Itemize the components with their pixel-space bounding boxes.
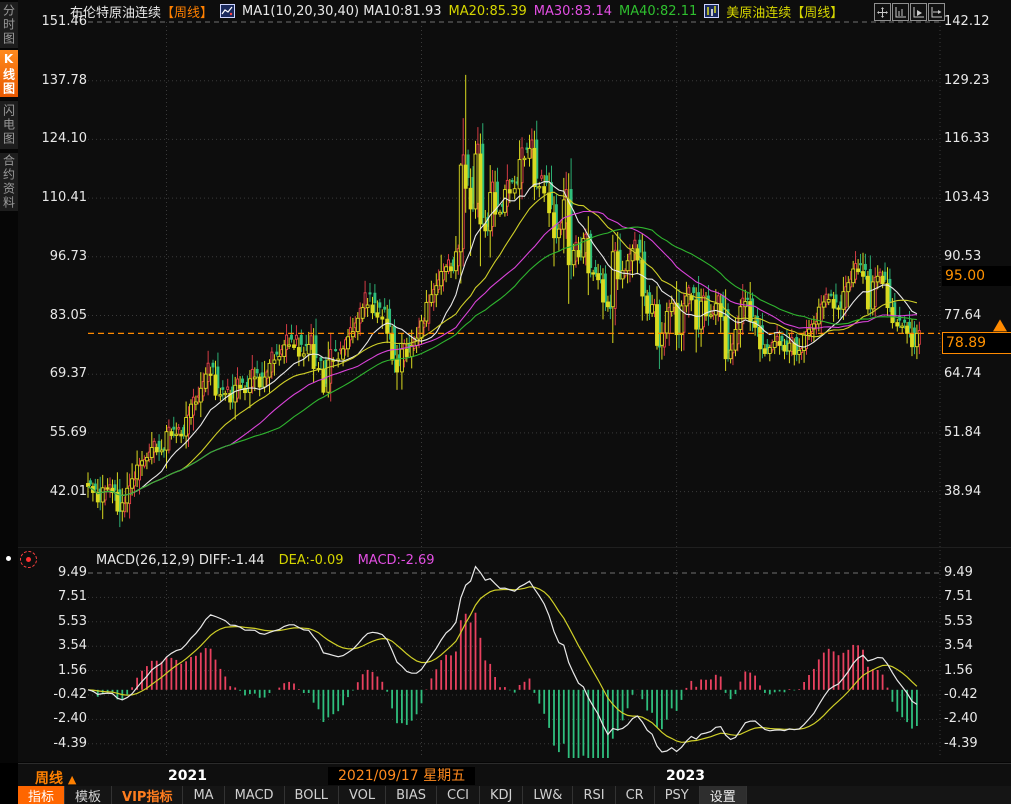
- left-sidebar: 分时图 K线图闪电图合约资料: [0, 0, 18, 804]
- axis-shift-icon[interactable]: [928, 3, 945, 21]
- toolbar-item-VIP指标[interactable]: VIP指标: [112, 786, 183, 804]
- axis-play-icon[interactable]: [910, 3, 927, 21]
- toolbar-item-设置[interactable]: 设置: [700, 786, 747, 804]
- chart-window-buttons: [874, 3, 945, 21]
- ma20-value-label: MA20:85.39: [449, 4, 527, 19]
- y-axis-label: -4.39: [944, 737, 1008, 751]
- toolbar-item-CR[interactable]: CR: [616, 786, 655, 804]
- y-axis-label: 90.53: [944, 250, 1008, 264]
- y-axis-label: 64.74: [944, 367, 1008, 381]
- toolbar-item-PSY[interactable]: PSY: [655, 786, 700, 804]
- overlay-symbol-icon: [704, 4, 719, 18]
- macd-dea-label: DEA:-0.09: [279, 553, 344, 568]
- y-axis-label: -4.39: [28, 737, 87, 751]
- chart-canvas[interactable]: [0, 0, 1011, 762]
- period-arrow-icon: ▲: [68, 773, 76, 786]
- symbol-period-tag: 【周线】: [161, 6, 213, 21]
- y-axis-label: 142.12: [944, 15, 1008, 29]
- indicator-alarm-icon[interactable]: [20, 551, 37, 568]
- chart-type-icon: [220, 4, 235, 18]
- price-alert-label: 95.00: [942, 266, 1011, 286]
- y-axis-label: 9.49: [28, 566, 87, 580]
- toolbar-item-VOL[interactable]: VOL: [339, 786, 386, 804]
- y-axis-label: -2.40: [944, 712, 1008, 726]
- indicator-toolbar: 指标模板VIP指标MAMACDBOLLVOLBIASCCIKDJLW&RSICR…: [18, 786, 1011, 804]
- year-label-2023: 2023: [666, 768, 705, 784]
- y-axis-label: 129.23: [944, 74, 1008, 88]
- bottom-left-corner: [0, 763, 18, 804]
- toolbar-item-CCI[interactable]: CCI: [437, 786, 480, 804]
- sidebar-tab-3[interactable]: 闪电图: [0, 101, 18, 149]
- time-axis-row: 周线 ▲ 2021 2021/09/17 星期五 2023: [18, 763, 1011, 787]
- y-axis-label: 1.56: [944, 664, 1008, 678]
- trading-app-window: 分时图 K线图闪电图合约资料 布伦特原油连续【周线】 MA1(10,20,30,4…: [0, 0, 1011, 804]
- y-axis-label: 83.05: [28, 309, 87, 323]
- toolbar-item-指标[interactable]: 指标: [18, 786, 65, 804]
- macd-macd-label: MACD:-2.69: [358, 553, 435, 568]
- y-axis-label: 124.10: [28, 132, 87, 146]
- toolbar-item-模板[interactable]: 模板: [65, 786, 112, 804]
- toolbar-item-MA[interactable]: MA: [183, 786, 224, 804]
- crosshair-date-readout: 2021/09/17 星期五: [328, 767, 475, 785]
- y-axis-label: 110.41: [28, 191, 87, 205]
- toolbar-item-BOLL[interactable]: BOLL: [285, 786, 339, 804]
- y-axis-label: 7.51: [944, 590, 1008, 604]
- toolbar-item-RSI[interactable]: RSI: [573, 786, 615, 804]
- axis-bars-icon[interactable]: [892, 3, 909, 21]
- sidebar-tab-2[interactable]: K线图: [0, 50, 18, 97]
- y-axis-label: 5.53: [944, 615, 1008, 629]
- y-axis-label: 1.56: [28, 664, 87, 678]
- y-axis-label: 55.69: [28, 426, 87, 440]
- y-axis-label: -2.40: [28, 712, 87, 726]
- macd-title-label: MACD(26,12,9) DIFF:-1.44: [96, 553, 265, 568]
- y-axis-label: 96.73: [28, 250, 87, 264]
- macd-header: MACD(26,12,9) DIFF:-1.44 DEA:-0.09 MACD:…: [96, 553, 435, 568]
- y-axis-label: 77.64: [944, 309, 1008, 323]
- sidebar-tab-1[interactable]: 分时图: [0, 2, 18, 48]
- ma1-values-label: MA1(10,20,30,40) MA10:81.93: [242, 4, 441, 19]
- y-axis-label: 51.84: [944, 426, 1008, 440]
- main-symbol-label: 布伦特原油连续【周线】: [70, 2, 213, 21]
- last-price-label: 78.89: [942, 332, 1011, 354]
- y-axis-label: 42.01: [28, 485, 87, 499]
- y-axis-label: 3.54: [28, 639, 87, 653]
- chart-header: 布伦特原油连续【周线】 MA1(10,20,30,40) MA10:81.93 …: [70, 3, 843, 19]
- y-axis-label: 103.43: [944, 191, 1008, 205]
- toolbar-item-KDJ[interactable]: KDJ: [480, 786, 523, 804]
- toolbar-item-BIAS[interactable]: BIAS: [386, 786, 437, 804]
- ma40-value-label: MA40:82.11: [619, 4, 697, 19]
- y-axis-label: 3.54: [944, 639, 1008, 653]
- y-axis-label: 69.37: [28, 367, 87, 381]
- symbol-name: 布伦特原油连续: [70, 6, 161, 21]
- y-axis-label: 137.78: [28, 74, 87, 88]
- y-axis-label: -0.42: [944, 688, 1008, 702]
- y-axis-label: 116.33: [944, 132, 1008, 146]
- ma30-value-label: MA30:83.14: [534, 4, 612, 19]
- y-axis-label: -0.42: [28, 688, 87, 702]
- toolbar-item-LW&[interactable]: LW&: [523, 786, 573, 804]
- toolbar-item-MACD[interactable]: MACD: [225, 786, 285, 804]
- move-tool-icon[interactable]: [874, 3, 891, 21]
- overlay-symbol-label: 美原油连续【周线】: [726, 2, 843, 21]
- y-axis-label: 5.53: [28, 615, 87, 629]
- year-label-2021: 2021: [168, 768, 207, 784]
- y-axis-label: 9.49: [944, 566, 1008, 580]
- sidebar-tab-4[interactable]: 合约资料: [0, 153, 18, 211]
- y-axis-label: 38.94: [944, 485, 1008, 499]
- sidebar-dot-indicator: [6, 556, 11, 561]
- y-axis-label: 7.51: [28, 590, 87, 604]
